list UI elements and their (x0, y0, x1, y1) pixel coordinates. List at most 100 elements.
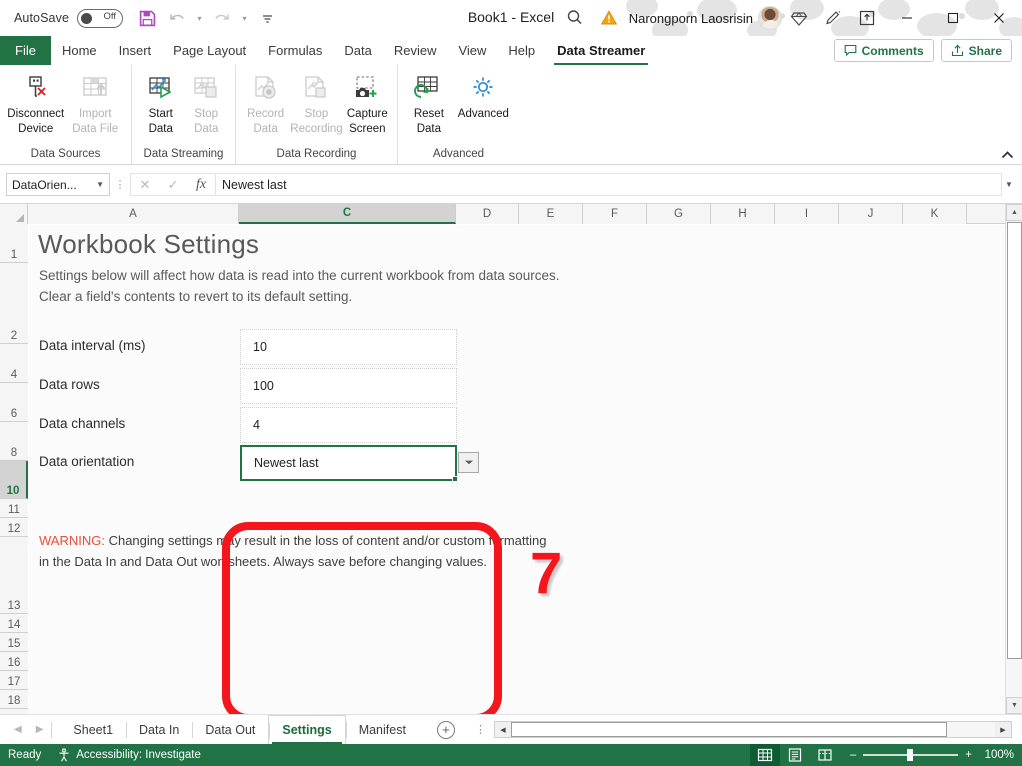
scroll-up-icon[interactable]: ▲ (1006, 204, 1022, 221)
page-break-preview-icon[interactable] (810, 744, 840, 766)
input-data-rows[interactable]: 100 (240, 368, 457, 404)
zoom-level-label[interactable]: 100% (982, 749, 1022, 761)
capture-screen-button[interactable]: Capture Screen (344, 69, 391, 136)
collapse-ribbon-chevron-icon[interactable] (1001, 150, 1014, 162)
select-all-corner[interactable] (0, 204, 28, 224)
name-box-chevron-down-icon[interactable]: ▼ (96, 180, 104, 189)
customize-quick-access-icon[interactable] (253, 5, 281, 31)
ribbon-tab-file[interactable]: File (0, 36, 51, 65)
column-header-C[interactable]: C (239, 204, 456, 224)
account-username[interactable]: Narongporn Laosrisin (629, 11, 753, 26)
column-header-H[interactable]: H (711, 204, 775, 224)
ribbon-display-options-icon[interactable] (850, 2, 884, 34)
row-header-13[interactable]: 13 (0, 537, 28, 614)
ribbon-tab-insert[interactable]: Insert (108, 36, 163, 65)
import-data-file-button[interactable]: Import Data File (66, 69, 126, 136)
sheet-tab-data-out[interactable]: Data Out (192, 715, 268, 745)
zoom-slider-thumb[interactable] (907, 749, 914, 761)
stop-data-button[interactable]: Stop Data (184, 69, 230, 136)
input-data-interval[interactable]: 10 (240, 329, 457, 365)
scroll-left-icon[interactable]: ◀ (494, 722, 511, 737)
row-header-4[interactable]: 4 (0, 344, 28, 383)
ribbon-tab-help[interactable]: Help (497, 36, 546, 65)
advanced-button[interactable]: Advanced (454, 69, 513, 121)
row-header-14[interactable]: 14 (0, 614, 28, 633)
row-header-1[interactable]: 1 (0, 224, 28, 263)
previous-sheet-icon[interactable]: ◀ (14, 724, 22, 735)
cancel-icon[interactable]: ✕ (131, 174, 159, 195)
ribbon-tab-home[interactable]: Home (51, 36, 108, 65)
column-header-K[interactable]: K (903, 204, 967, 224)
start-data-button[interactable]: Start Data (138, 69, 184, 136)
name-box[interactable]: DataOrien... ▼ (6, 173, 110, 196)
ribbon-tab-data[interactable]: Data (333, 36, 382, 65)
column-header-A[interactable]: A (28, 204, 239, 224)
row-header-18[interactable]: 18 (0, 690, 28, 709)
account-warning-icon[interactable] (592, 2, 626, 34)
row-header-11[interactable]: 11 (0, 499, 28, 518)
share-button[interactable]: Share (940, 39, 1012, 62)
ribbon-tab-review[interactable]: Review (383, 36, 448, 65)
minimize-button[interactable] (884, 0, 930, 36)
pen-draw-icon[interactable] (816, 2, 850, 34)
row-header-12[interactable]: 12 (0, 518, 28, 537)
column-header-E[interactable]: E (519, 204, 583, 224)
scroll-down-icon[interactable]: ▼ (1006, 697, 1022, 714)
ribbon-tab-formulas[interactable]: Formulas (257, 36, 333, 65)
row-header-16[interactable]: 16 (0, 652, 28, 671)
redo-dropdown-icon[interactable]: ▾ (238, 5, 251, 31)
dropdown-arrow-icon[interactable] (458, 452, 479, 473)
redo-icon[interactable] (208, 5, 236, 31)
ribbon-tab-page-layout[interactable]: Page Layout (162, 36, 257, 65)
insert-function-icon[interactable]: fx (187, 174, 215, 195)
sheet-tab-sheet1[interactable]: Sheet1 (60, 715, 126, 745)
normal-view-icon[interactable] (749, 744, 780, 766)
record-data-button[interactable]: Record Data (242, 69, 289, 136)
reset-data-button[interactable]: Reset Data (404, 69, 454, 136)
accessibility-status[interactable]: Accessibility: Investigate (49, 744, 209, 766)
zoom-in-button[interactable]: + (965, 749, 972, 761)
column-header-D[interactable]: D (456, 204, 519, 224)
column-header-I[interactable]: I (775, 204, 839, 224)
input-data-orientation[interactable]: Newest last (240, 445, 458, 482)
undo-icon[interactable] (163, 5, 191, 31)
save-icon[interactable] (133, 5, 161, 31)
row-header-6[interactable]: 6 (0, 383, 28, 422)
column-header-G[interactable]: G (647, 204, 711, 224)
add-sheet-button[interactable]: + (436, 720, 455, 739)
row-header-10[interactable]: 10 (0, 461, 28, 499)
comments-button[interactable]: Comments (833, 39, 934, 62)
formula-input[interactable]: Newest last (215, 173, 1002, 196)
zoom-out-button[interactable]: – (850, 749, 856, 761)
sheet-tab-settings[interactable]: Settings (268, 714, 346, 745)
search-icon[interactable] (558, 2, 592, 34)
maximize-restore-button[interactable] (930, 0, 976, 36)
page-layout-view-icon[interactable] (780, 744, 810, 766)
sheet-tab-data-in[interactable]: Data In (126, 715, 192, 745)
microsoft-365-diamond-icon[interactable] (782, 2, 816, 34)
vertical-scrollbar[interactable]: ▲ ▼ (1005, 204, 1022, 714)
zoom-control[interactable]: – + (840, 749, 982, 761)
input-data-channels[interactable]: 4 (240, 407, 457, 443)
sheet-tab-manifest[interactable]: Manifest (345, 715, 419, 745)
avatar[interactable] (758, 6, 782, 30)
scroll-right-icon[interactable]: ▶ (995, 722, 1011, 737)
ribbon-tab-view[interactable]: View (447, 36, 497, 65)
undo-dropdown-icon[interactable]: ▾ (193, 5, 206, 31)
disconnect-device-button[interactable]: Disconnect Device (6, 69, 66, 136)
row-header-15[interactable]: 15 (0, 633, 28, 652)
zoom-slider-track[interactable] (863, 749, 959, 761)
vertical-scrollbar-thumb[interactable] (1007, 222, 1022, 659)
sheet-tab-overflow-icon[interactable]: ⋮ (475, 724, 486, 735)
autosave-toggle[interactable]: Off (77, 8, 124, 28)
sheet-canvas[interactable]: Workbook Settings Settings below will af… (29, 225, 1005, 714)
row-header-17[interactable]: 17 (0, 671, 28, 690)
row-header-8[interactable]: 8 (0, 422, 28, 461)
horizontal-scrollbar[interactable]: ◀ ▶ (493, 721, 1012, 738)
horizontal-scrollbar-thumb[interactable] (510, 722, 947, 737)
selection-fill-handle[interactable] (452, 476, 458, 482)
row-header-2[interactable]: 2 (0, 263, 28, 344)
close-button[interactable] (976, 0, 1022, 36)
column-header-J[interactable]: J (839, 204, 903, 224)
ribbon-tab-data-streamer[interactable]: Data Streamer (546, 36, 656, 65)
